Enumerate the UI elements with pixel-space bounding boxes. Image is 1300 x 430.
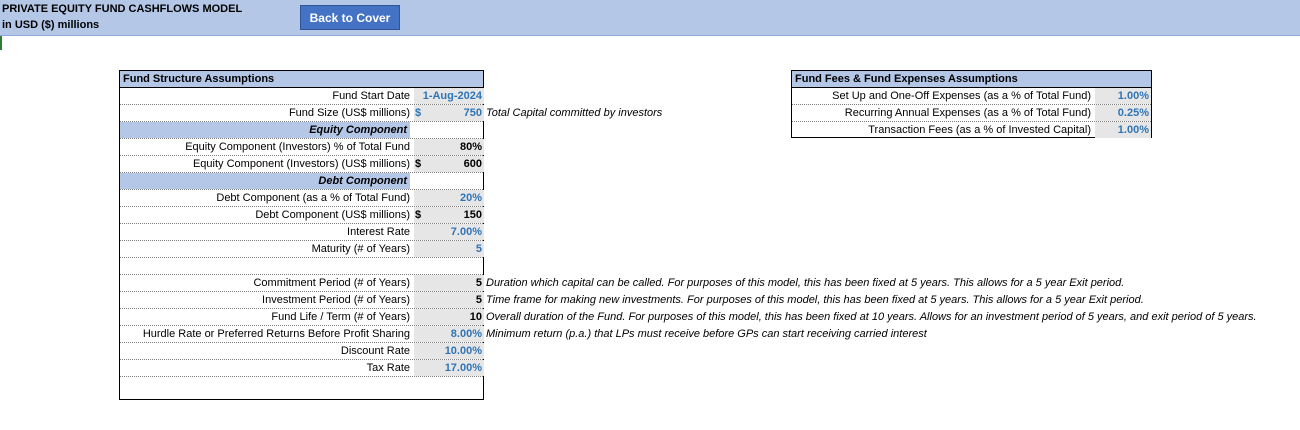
header-bar: PRIVATE EQUITY FUND CASHFLOWS MODEL in U… xyxy=(0,0,1300,36)
fund-start-date-value[interactable]: 1-Aug-2024 xyxy=(414,88,484,104)
fund-life-label: Fund Life / Term (# of Years) xyxy=(271,311,410,323)
debt-pct-value[interactable]: 20% xyxy=(414,190,484,206)
fund-life-value[interactable]: 10 xyxy=(414,309,484,325)
row-discount-rate: Discount Rate 10.00% xyxy=(120,343,484,360)
hurdle-rate-value[interactable]: 8.00% xyxy=(414,326,484,342)
row-equity-pct: Equity Component (Investors) % of Total … xyxy=(120,139,484,156)
row-setup-expenses: Set Up and One-Off Expenses (as a % of T… xyxy=(792,88,1151,105)
interest-rate-label: Interest Rate xyxy=(347,226,410,238)
commitment-period-value[interactable]: 5 xyxy=(414,275,484,291)
commitment-period-note: Duration which capital can be called. Fo… xyxy=(486,277,1125,289)
row-debt-section: Debt Component xyxy=(120,173,483,190)
equity-amount-value[interactable]: $ 600 xyxy=(414,156,484,172)
fund-life-note: Overall duration of the Fund. For purpos… xyxy=(486,311,1257,323)
row-debt-pct: Debt Component (as a % of Total Fund) 20… xyxy=(120,190,484,207)
row-fund-start-date: Fund Start Date 1-Aug-2024 xyxy=(120,88,484,105)
interest-rate-value[interactable]: 7.00% xyxy=(414,224,484,240)
row-spacer xyxy=(120,258,483,275)
row-equity-amount: Equity Component (Investors) (US$ millio… xyxy=(120,156,484,173)
fund-size-label: Fund Size (US$ millions) xyxy=(288,107,410,119)
equity-amount-label: Equity Component (Investors) (US$ millio… xyxy=(192,158,410,170)
discount-rate-label: Discount Rate xyxy=(340,345,410,357)
fund-fees-heading: Fund Fees & Fund Expenses Assumptions xyxy=(792,71,1151,88)
fund-size-note: Total Capital committed by investors xyxy=(486,107,663,119)
maturity-label: Maturity (# of Years) xyxy=(311,243,410,255)
equity-amount-number: 600 xyxy=(463,158,482,170)
row-transaction-fees: Transaction Fees (as a % of Invested Cap… xyxy=(792,122,1151,139)
hurdle-rate-label: Hurdle Rate or Preferred Returns Before … xyxy=(142,328,410,340)
recurring-expenses-value[interactable]: 0.25% xyxy=(1095,105,1151,121)
row-equity-section: Equity Component xyxy=(120,122,483,139)
row-fund-life: Fund Life / Term (# of Years) 10 Overall… xyxy=(120,309,1257,326)
equity-amount-currency: $ xyxy=(415,158,422,170)
fund-size-value[interactable]: $ 750 xyxy=(414,105,484,121)
investment-period-label: Investment Period (# of Years) xyxy=(262,294,410,306)
fund-start-date-label: Fund Start Date xyxy=(332,90,410,102)
row-investment-period: Investment Period (# of Years) 5 Time fr… xyxy=(120,292,1144,309)
maturity-value[interactable]: 5 xyxy=(414,241,484,257)
row-debt-amount: Debt Component (US$ millions) $ 150 xyxy=(120,207,484,224)
tax-rate-label: Tax Rate xyxy=(366,362,410,374)
equity-section-header: Equity Component xyxy=(120,122,410,138)
fund-fees-table: Fund Fees & Fund Expenses Assumptions Se… xyxy=(791,70,1152,138)
debt-pct-label: Debt Component (as a % of Total Fund) xyxy=(216,192,410,204)
row-maturity: Maturity (# of Years) 5 xyxy=(120,241,484,258)
debt-amount-label: Debt Component (US$ millions) xyxy=(255,209,410,221)
debt-section-header: Debt Component xyxy=(120,173,410,189)
fund-size-amount: 750 xyxy=(463,107,482,119)
investment-period-value[interactable]: 5 xyxy=(414,292,484,308)
investment-period-note: Time frame for making new investments. F… xyxy=(486,294,1144,306)
transaction-fees-label: Transaction Fees (as a % of Invested Cap… xyxy=(868,124,1091,136)
transaction-fees-value[interactable]: 1.00% xyxy=(1095,122,1151,138)
fund-structure-heading: Fund Structure Assumptions xyxy=(120,71,483,88)
page-title: PRIVATE EQUITY FUND CASHFLOWS MODEL xyxy=(2,3,243,15)
row-fund-size: Fund Size (US$ millions) $ 750 Total Cap… xyxy=(120,105,662,122)
row-commitment-period: Commitment Period (# of Years) 5 Duratio… xyxy=(120,275,1124,292)
sheet-edge-marker xyxy=(0,36,2,50)
setup-expenses-value[interactable]: 1.00% xyxy=(1095,88,1151,104)
row-tax-rate: Tax Rate 17.00% xyxy=(120,360,484,377)
setup-expenses-label: Set Up and One-Off Expenses (as a % of T… xyxy=(832,90,1091,102)
debt-amount-number: 150 xyxy=(463,209,482,221)
back-to-cover-button[interactable]: Back to Cover xyxy=(300,5,400,30)
equity-pct-label: Equity Component (Investors) % of Total … xyxy=(185,141,410,153)
row-hurdle-rate: Hurdle Rate or Preferred Returns Before … xyxy=(120,326,927,343)
fund-structure-table: Fund Structure Assumptions Fund Start Da… xyxy=(119,70,1257,400)
equity-pct-value[interactable]: 80% xyxy=(414,139,484,155)
row-recurring-expenses: Recurring Annual Expenses (as a % of Tot… xyxy=(792,105,1151,122)
commitment-period-label: Commitment Period (# of Years) xyxy=(253,277,410,289)
fund-size-currency: $ xyxy=(415,107,422,119)
discount-rate-value[interactable]: 10.00% xyxy=(414,343,484,359)
row-interest-rate: Interest Rate 7.00% xyxy=(120,224,484,241)
debt-amount-currency: $ xyxy=(415,209,422,221)
recurring-expenses-label: Recurring Annual Expenses (as a % of Tot… xyxy=(844,107,1091,119)
tax-rate-value[interactable]: 17.00% xyxy=(414,360,484,376)
page-subtitle: in USD ($) millions xyxy=(2,19,100,31)
debt-amount-value[interactable]: $ 150 xyxy=(414,207,484,223)
hurdle-rate-note: Minimum return (p.a.) that LPs must rece… xyxy=(486,328,927,340)
